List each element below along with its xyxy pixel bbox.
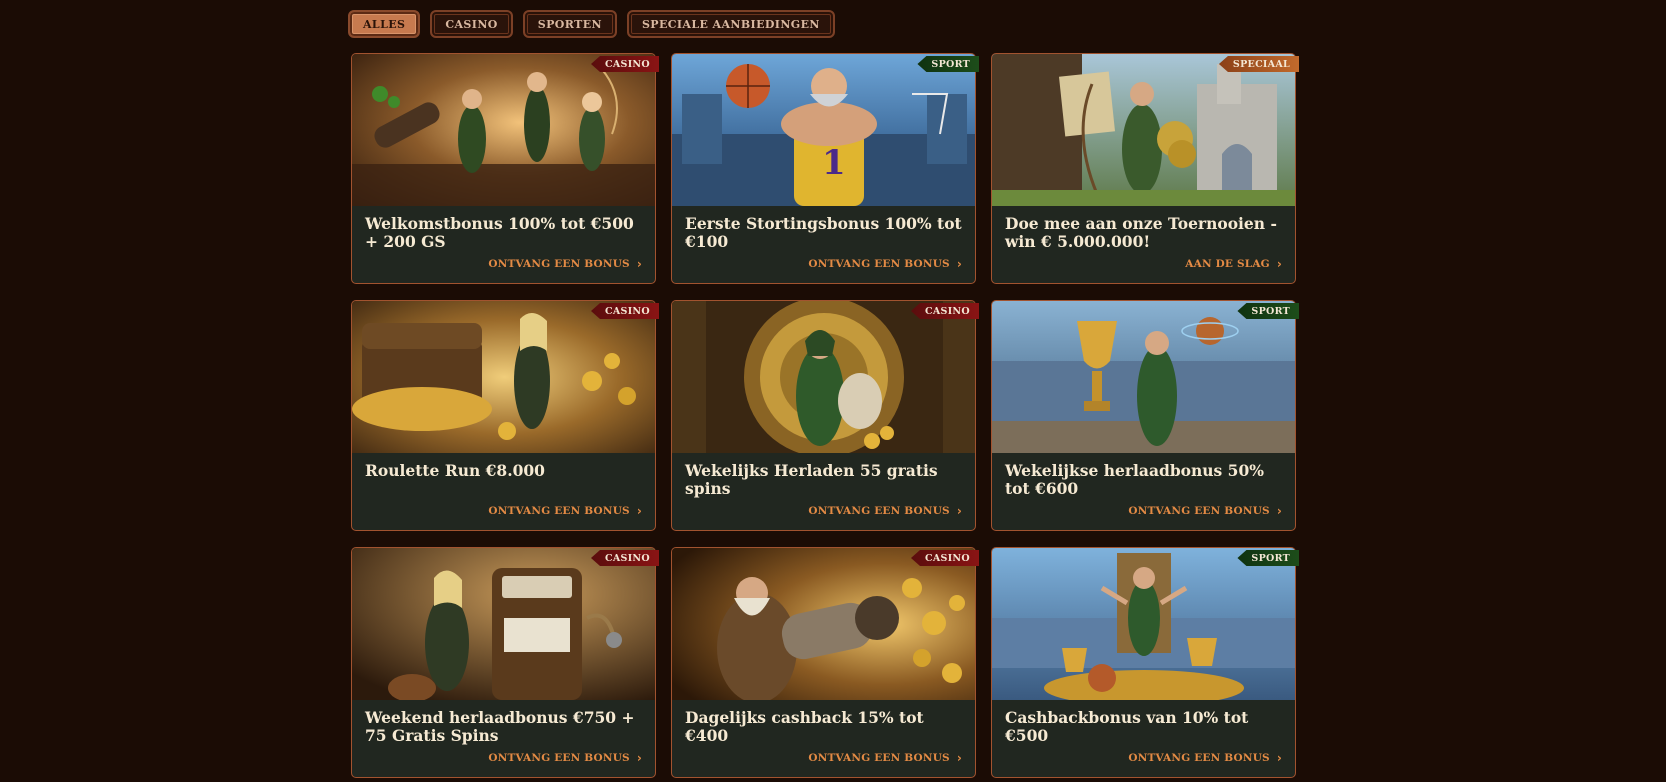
promo-cta-link[interactable]: ONTVANG EEN BONUS › (808, 504, 962, 518)
promo-card-weekly-reload-spins[interactable]: CASINO Wekelijks Herladen 55 gratis spin… (671, 300, 979, 531)
promo-title: Cashbackbonus van 10% tot €500 (1005, 708, 1249, 745)
promo-cta-link[interactable]: AAN DE SLAG › (1185, 257, 1282, 271)
promo-image-robin-hood-band (352, 54, 655, 206)
chevron-right-icon: › (1276, 257, 1282, 271)
category-ribbon: CASINO (591, 303, 659, 319)
category-ribbon: SPORT (1237, 303, 1299, 319)
promo-cta-link[interactable]: ONTVANG EEN BONUS › (488, 751, 642, 765)
cta-label: ONTVANG EEN BONUS (1128, 752, 1270, 764)
promo-title: Welkomstbonus 100% tot €500 + 200 GS (365, 214, 634, 251)
promo-image-throne-trophies (992, 548, 1295, 700)
promo-image-trophy-stadium (992, 301, 1295, 453)
promo-image-vault-money-bag (672, 301, 975, 453)
promo-cta-link[interactable]: ONTVANG EEN BONUS › (488, 504, 642, 518)
promo-card-welcome-bonus[interactable]: CASINO Welkomstbonus 100% tot €500 + 200… (351, 53, 659, 284)
chevron-right-icon: › (1276, 751, 1282, 765)
promo-cta-link[interactable]: ONTVANG EEN BONUS › (1128, 504, 1282, 518)
chevron-right-icon: › (1276, 504, 1282, 518)
category-ribbon: CASINO (911, 550, 979, 566)
chevron-right-icon: › (636, 751, 642, 765)
promo-cta-link[interactable]: ONTVANG EEN BONUS › (808, 751, 962, 765)
category-ribbon: SPECIAAL (1218, 56, 1299, 72)
category-ribbon: CASINO (911, 303, 979, 319)
cta-label: ONTVANG EEN BONUS (488, 258, 630, 270)
cta-label: ONTVANG EEN BONUS (1128, 505, 1270, 517)
promo-card-first-deposit-bonus[interactable]: SPORT 1 Eerste Stortingsbonus 100% tot €… (671, 53, 979, 284)
filter-casino-button[interactable]: CASINO (430, 10, 513, 38)
cta-label: ONTVANG EEN BONUS (808, 258, 950, 270)
promo-cta-link[interactable]: ONTVANG EEN BONUS › (488, 257, 642, 271)
promotions-grid: CASINO Welkomstbonus 100% tot €500 + 200… (351, 53, 1299, 778)
promo-image-archer-castle (992, 54, 1295, 206)
category-ribbon: CASINO (591, 56, 659, 72)
promo-card-weekend-reload-bonus[interactable]: CASINO Weekend herlaadbonus €750 + 75 Gr… (351, 547, 659, 778)
promo-card-weekly-reload-bonus[interactable]: SPORT Wekelijkse herlaadbonus 50% tot €6… (991, 300, 1299, 531)
chevron-right-icon: › (956, 257, 962, 271)
chevron-right-icon: › (956, 504, 962, 518)
category-ribbon: CASINO (591, 550, 659, 566)
promo-title: Eerste Stortingsbonus 100% tot €100 (685, 214, 962, 251)
cta-label: ONTVANG EEN BONUS (808, 752, 950, 764)
promo-image-treasure-chest (352, 301, 655, 453)
category-ribbon: SPORT (1237, 550, 1299, 566)
promo-title: Dagelijks cashback 15% tot €400 (685, 708, 924, 745)
filter-sports-button[interactable]: SPORTEN (522, 10, 617, 38)
promo-image-coin-cannon (672, 548, 975, 700)
chevron-right-icon: › (636, 504, 642, 518)
chevron-right-icon: › (636, 257, 642, 271)
promo-title: Wekelijks Herladen 55 gratis spins (685, 461, 938, 498)
category-filter-bar: ALLES CASINO SPORTEN SPECIALE AANBIEDING… (348, 10, 835, 38)
cta-label: ONTVANG EEN BONUS (488, 752, 630, 764)
filter-all-button[interactable]: ALLES (348, 10, 421, 38)
promo-title: Doe mee aan onze Toernooien - win € 5.00… (1005, 214, 1277, 251)
promo-title: Wekelijkse herlaadbonus 50% tot €600 (1005, 461, 1264, 498)
promo-card-cashback-bonus[interactable]: SPORT Cashbackbonus van 10% tot €500 ONT… (991, 547, 1299, 778)
promo-card-tournaments[interactable]: SPECIAAL Doe mee aan onze Toernooien - w… (991, 53, 1299, 284)
promo-cta-link[interactable]: ONTVANG EEN BONUS › (808, 257, 962, 271)
cta-label: ONTVANG EEN BONUS (808, 505, 950, 517)
chevron-right-icon: › (956, 751, 962, 765)
promo-cta-link[interactable]: ONTVANG EEN BONUS › (1128, 751, 1282, 765)
category-ribbon: SPORT (917, 56, 979, 72)
promo-card-roulette-run[interactable]: CASINO Roulette Run €8.000 ONTVANG EEN B… (351, 300, 659, 531)
promo-title: Weekend herlaadbonus €750 + 75 Gratis Sp… (365, 708, 635, 745)
cta-label: AAN DE SLAG (1185, 258, 1270, 270)
promo-title: Roulette Run €8.000 (365, 461, 545, 480)
promo-image-basketball-player: 1 (672, 54, 975, 206)
filter-special-offers-button[interactable]: SPECIALE AANBIEDINGEN (626, 10, 835, 38)
svg-text:1: 1 (822, 143, 846, 183)
promo-image-slot-machine (352, 548, 655, 700)
cta-label: ONTVANG EEN BONUS (488, 505, 630, 517)
promo-card-daily-cashback[interactable]: CASINO Dagelijks cashback 15% tot €400 O… (671, 547, 979, 778)
